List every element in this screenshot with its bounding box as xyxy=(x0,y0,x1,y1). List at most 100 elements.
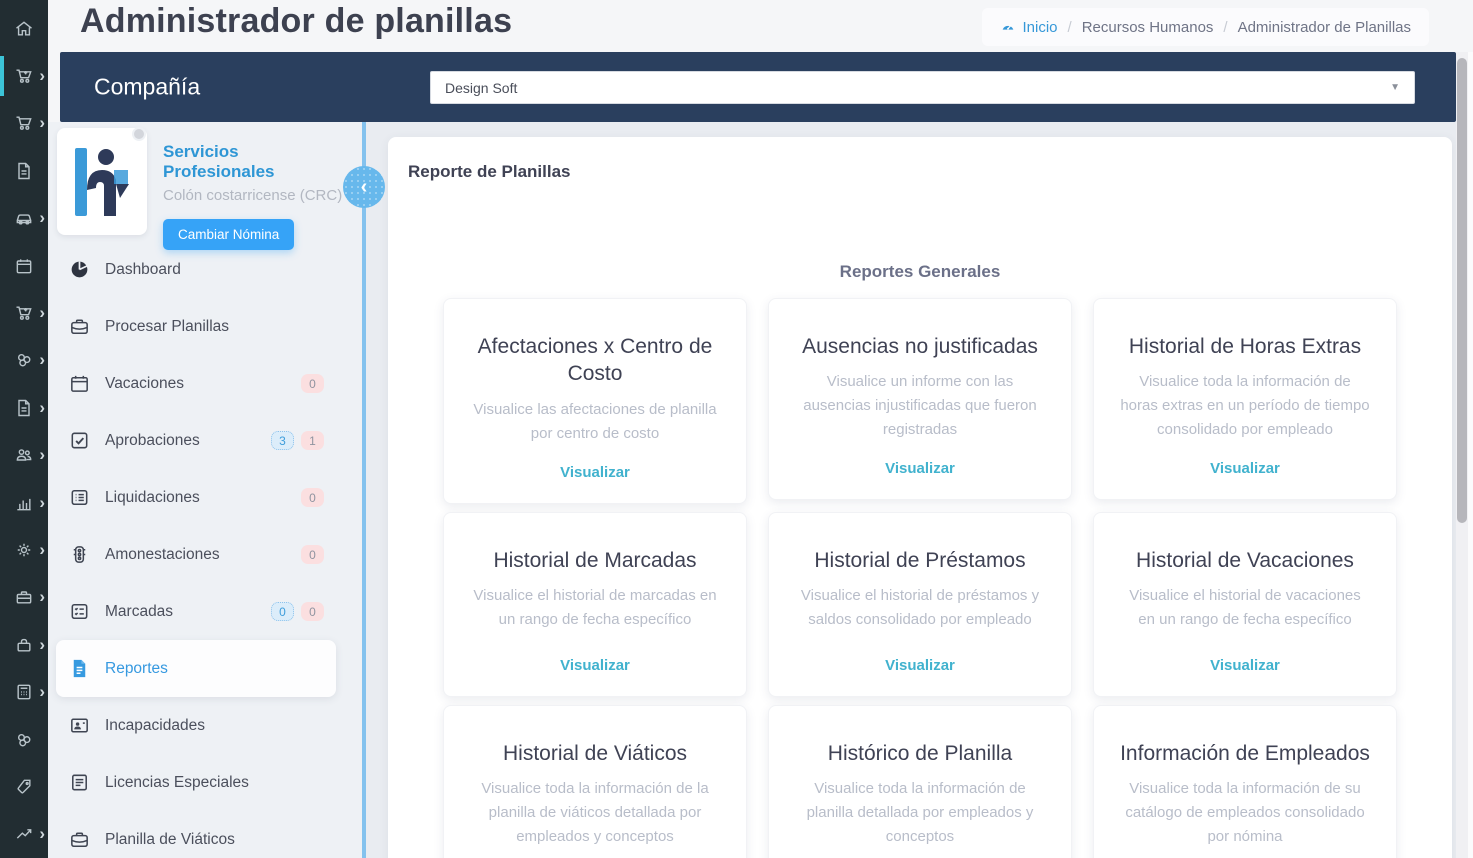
report-card-vacaciones: Historial de Vacaciones Visualice el his… xyxy=(1093,511,1397,697)
rail-hr-button[interactable]: › xyxy=(0,432,48,479)
change-payroll-button[interactable]: Cambiar Nómina xyxy=(163,219,295,250)
sidebar-item-liquidaciones[interactable]: Liquidaciones 0 xyxy=(56,469,336,526)
users-icon xyxy=(14,445,34,465)
card-row: Afectaciones x Centro de Costo Visualice… xyxy=(443,298,1452,504)
visualizar-link[interactable]: Visualizar xyxy=(1120,639,1370,674)
report-card-horas-extras: Historial de Horas Extras Visualice toda… xyxy=(1093,298,1397,501)
count-badge: 1 xyxy=(301,431,324,450)
visualizar-link[interactable]: Visualizar xyxy=(1120,849,1370,858)
sidebar-item-planilla-viaticos[interactable]: Planilla de Viáticos xyxy=(56,811,336,858)
rail-analytics-button[interactable]: › xyxy=(0,479,48,526)
chevron-right-icon: › xyxy=(39,587,45,607)
rail-tags-button[interactable] xyxy=(0,763,48,810)
calendar-icon xyxy=(14,256,34,276)
briefcase-icon xyxy=(68,315,91,338)
chevron-right-icon: › xyxy=(39,445,45,465)
rail-trends-button[interactable]: › xyxy=(0,811,48,858)
rail-accounting-button[interactable]: › xyxy=(0,668,48,715)
calculator-icon xyxy=(14,682,34,702)
company-name: Servicios Profesionales xyxy=(163,142,275,181)
rail-settings-button[interactable]: › xyxy=(0,526,48,573)
panel-title: Reporte de Planillas xyxy=(408,162,571,181)
sidebar-item-aprobaciones[interactable]: Aprobaciones 3 1 xyxy=(56,412,336,469)
company-currency: Colón costarricense (CRC) xyxy=(163,187,343,204)
rail-purchases-button[interactable]: › xyxy=(0,100,48,147)
report-cards-grid: Afectaciones x Centro de Costo Visualice… xyxy=(443,298,1452,858)
breadcrumb: Inicio / Recursos Humanos / Administrado… xyxy=(982,8,1429,46)
briefcase-icon xyxy=(68,828,91,851)
section-title: Reportes Generales xyxy=(839,262,1001,281)
file-blue-icon xyxy=(68,657,91,680)
chevron-left-icon: ‹ xyxy=(360,175,368,198)
company-select[interactable]: Design Soft ▼ xyxy=(430,71,1415,104)
page-header: Administrador de planillas Inicio / Recu… xyxy=(48,0,1473,52)
chevron-right-icon: › xyxy=(39,397,45,417)
main-content: Reporte de Planillas Reportes Generales … xyxy=(366,122,1456,858)
report-card-afectaciones: Afectaciones x Centro de Costo Visualice… xyxy=(443,298,747,504)
company-select-value: Design Soft xyxy=(445,79,518,96)
visualizar-link[interactable]: Visualizar xyxy=(795,442,1045,477)
rail-calendar-button[interactable] xyxy=(0,242,48,289)
checklist-icon xyxy=(68,600,91,623)
report-card-marcadas: Historial de Marcadas Visualice el histo… xyxy=(443,511,747,697)
trend-chart-icon xyxy=(14,824,34,844)
document-lines-icon xyxy=(68,771,91,794)
rail-home-button[interactable] xyxy=(0,5,48,52)
coins-icon xyxy=(14,350,34,370)
sidebar-item-incapacidades[interactable]: Incapacidades xyxy=(56,697,336,754)
dashboard-gauge-icon xyxy=(1000,19,1016,35)
count-badge: 0 xyxy=(271,602,294,621)
rail-assets-button[interactable]: › xyxy=(0,621,48,668)
rail-finance-button[interactable]: › xyxy=(0,337,48,384)
report-card-prestamos: Historial de Préstamos Visualice el hist… xyxy=(768,511,1072,697)
checkbox-icon xyxy=(68,429,91,452)
visualizar-link[interactable]: Visualizar xyxy=(795,639,1045,674)
count-badge: 0 xyxy=(301,545,324,564)
chevron-right-icon: › xyxy=(39,350,45,370)
sidebar-item-licencias-especiales[interactable]: Licencias Especiales xyxy=(56,754,336,811)
visualizar-link[interactable]: Visualizar xyxy=(470,849,720,858)
chevron-right-icon: › xyxy=(39,208,45,228)
cart-icon xyxy=(14,113,34,133)
vertical-scrollbar-thumb[interactable] xyxy=(1457,58,1467,523)
visualizar-link[interactable]: Visualizar xyxy=(795,849,1045,858)
visualizar-link[interactable]: Visualizar xyxy=(470,639,720,674)
sidebar-item-reportes[interactable]: Reportes xyxy=(56,640,336,697)
breadcrumb-home-link[interactable]: Inicio xyxy=(1000,19,1058,36)
list-icon xyxy=(68,486,91,509)
report-card-historico-planilla: Histórico de Planilla Visualice toda la … xyxy=(768,704,1072,858)
rail-documents-button[interactable] xyxy=(0,147,48,194)
company-settings-icon[interactable] xyxy=(132,127,146,141)
rail-reports-button[interactable]: › xyxy=(0,384,48,431)
chevron-right-icon: › xyxy=(39,65,45,85)
rail-sales-button[interactable]: › xyxy=(0,289,48,336)
report-card-viaticos: Historial de Viáticos Visualice toda la … xyxy=(443,704,747,858)
rail-tools-button[interactable]: › xyxy=(0,574,48,621)
breadcrumb-item-current: Administrador de Planillas xyxy=(1237,18,1411,36)
visualizar-link[interactable]: Visualizar xyxy=(1120,442,1370,477)
vertical-scrollbar-track[interactable] xyxy=(1456,52,1468,858)
cart-plus-icon xyxy=(14,66,34,86)
count-badge: 0 xyxy=(301,374,324,393)
count-badge: 3 xyxy=(271,431,294,450)
sidebar-item-vacaciones[interactable]: Vacaciones 0 xyxy=(56,355,336,412)
rail-treasury-button[interactable] xyxy=(0,716,48,763)
file-icon xyxy=(14,161,34,181)
hr-logo xyxy=(75,147,129,216)
breadcrumb-item-rrhh[interactable]: Recursos Humanos xyxy=(1082,19,1214,36)
sidebar-item-marcadas[interactable]: Marcadas 0 0 xyxy=(56,583,336,640)
visualizar-link[interactable]: Visualizar xyxy=(470,446,720,481)
count-badge: 0 xyxy=(301,602,324,621)
company-band-label: Compañía xyxy=(94,73,201,100)
file-icon xyxy=(14,398,34,418)
rail-payroll-button[interactable]: › xyxy=(0,52,48,99)
sidebar-item-procesar-planillas[interactable]: Procesar Planillas xyxy=(56,298,336,355)
sidebar-item-amonestaciones[interactable]: Amonestaciones 0 xyxy=(56,526,336,583)
cart-plus-icon xyxy=(14,303,34,323)
reports-panel: Reporte de Planillas Reportes Generales … xyxy=(388,137,1452,858)
sidebar-collapse-button[interactable]: ‹ xyxy=(343,166,385,208)
rail-vehicles-button[interactable]: › xyxy=(0,195,48,242)
coins-icon xyxy=(14,730,34,750)
card-row: Historial de Viáticos Visualice toda la … xyxy=(443,704,1452,858)
car-icon xyxy=(14,208,34,228)
